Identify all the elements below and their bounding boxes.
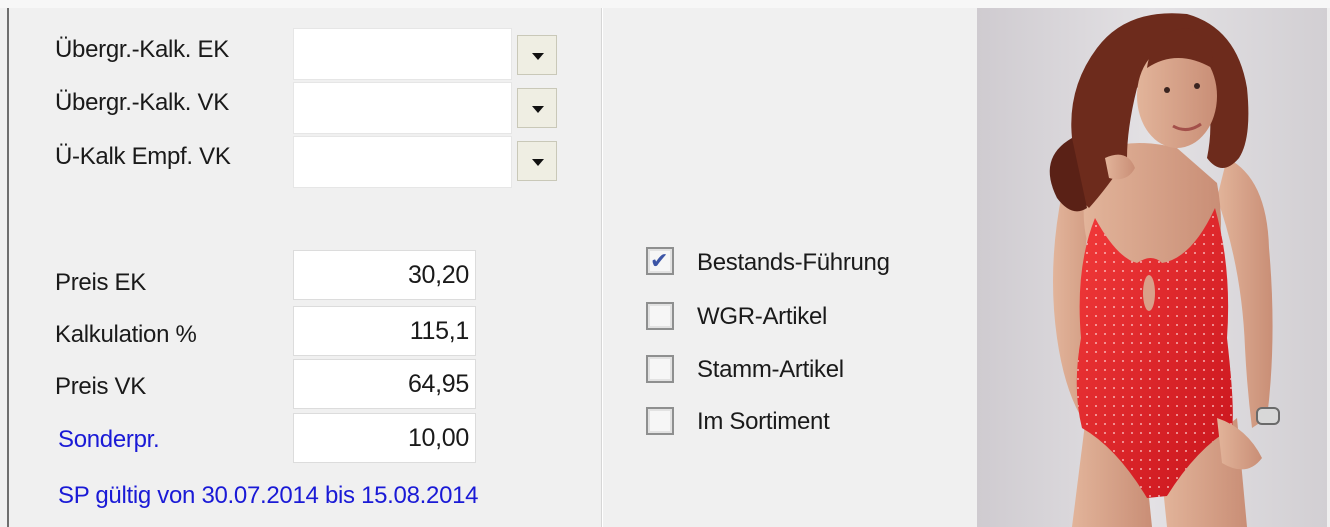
- chevron-down-icon: [532, 159, 544, 166]
- chevron-down-icon: [532, 106, 544, 113]
- uebergr-ek-label: Übergr.-Kalk. EK: [55, 36, 229, 63]
- check-icon: ✔: [650, 248, 669, 273]
- sonderpreis-input[interactable]: 10,00: [293, 413, 476, 463]
- uebergr-ek-dropdown-button[interactable]: [517, 35, 557, 75]
- sp-validity-text: SP gültig von 30.07.2014 bis 15.08.2014: [58, 482, 479, 509]
- chevron-down-icon: [532, 53, 544, 60]
- bestands-fuehrung-checkbox[interactable]: ✔: [646, 247, 674, 275]
- im-sortiment-checkbox[interactable]: [646, 407, 674, 435]
- uebergr-vk-label: Übergr.-Kalk. VK: [55, 89, 229, 116]
- uebergr-ek-input[interactable]: [293, 28, 512, 80]
- sonderpreis-label: Sonderpr.: [58, 426, 160, 453]
- wgr-artikel-checkbox[interactable]: [646, 302, 674, 330]
- uebergr-vk-dropdown-button[interactable]: [517, 88, 557, 128]
- wgr-artikel-label[interactable]: WGR-Artikel: [697, 302, 827, 332]
- im-sortiment-label[interactable]: Im Sortiment: [697, 407, 830, 437]
- kalkulation-input[interactable]: 115,1: [293, 306, 476, 356]
- ue-kalk-empf-vk-dropdown-button[interactable]: [517, 141, 557, 181]
- preis-ek-label: Preis EK: [55, 269, 146, 296]
- uebergr-vk-input[interactable]: [293, 82, 512, 134]
- preis-ek-input[interactable]: 30,20: [293, 250, 476, 300]
- bestands-fuehrung-label[interactable]: Bestands-Führung: [697, 248, 890, 278]
- ue-kalk-empf-vk-label: Ü-Kalk Empf. VK: [55, 143, 231, 170]
- kalkulation-label: Kalkulation %: [55, 321, 197, 348]
- top-edge: [0, 0, 1330, 8]
- ue-kalk-empf-vk-input[interactable]: [293, 136, 512, 188]
- product-photo: [977, 8, 1327, 527]
- stamm-artikel-label[interactable]: Stamm-Artikel: [697, 355, 844, 385]
- preis-vk-input[interactable]: 64,95: [293, 359, 476, 409]
- stamm-artikel-checkbox[interactable]: [646, 355, 674, 383]
- preis-vk-label: Preis VK: [55, 373, 146, 400]
